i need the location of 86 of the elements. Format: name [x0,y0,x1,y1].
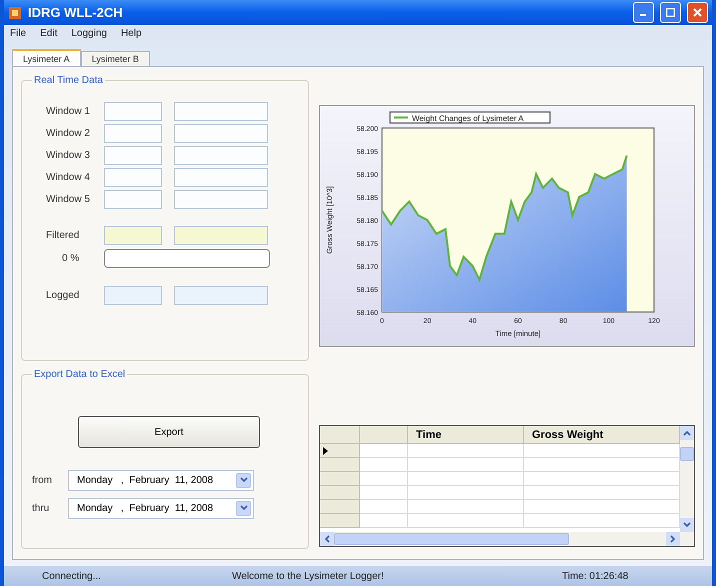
table-cell[interactable] [408,472,524,486]
field-label: Window 2 [45,128,91,138]
dropdown-button[interactable] [236,500,251,516]
input-field[interactable] [174,146,268,164]
horizontal-scrollbar[interactable] [320,532,694,546]
scroll-right-button[interactable] [666,532,680,546]
table-cell[interactable] [408,486,524,500]
chevron-right-icon [669,535,677,543]
input-field[interactable] [174,190,268,208]
table-cell[interactable] [408,444,524,458]
scroll-up-button[interactable] [680,426,694,440]
menu-item[interactable]: File [10,28,26,38]
chevron-down-icon [240,504,248,512]
field-label: Window 4 [45,172,91,182]
menu-item[interactable]: Help [120,28,142,38]
input-field[interactable] [174,286,268,304]
maximize-button[interactable] [660,2,681,23]
table-cell[interactable] [408,458,524,472]
app-icon [8,6,22,20]
chevron-left-icon [323,535,331,543]
legend: Weight Changes of Lysimeter A [390,112,550,124]
input-field[interactable] [104,226,162,244]
table-cell[interactable] [524,472,680,486]
field-label: Window 1 [45,106,91,116]
chevron-down-icon [683,521,691,529]
table-cell[interactable] [408,514,524,528]
current-row-icon [323,446,328,454]
column-header[interactable]: Time [408,426,524,444]
field-label: from [32,474,53,486]
input-field[interactable] [104,190,162,208]
table-cell[interactable] [524,444,680,458]
input-field[interactable] [104,168,162,186]
field-label: Window 5 [45,194,91,204]
progress-label: 0 % [61,252,80,264]
menu-item[interactable]: Edit [40,28,58,38]
window-title: IDRG WLL-2CH [28,5,124,20]
input-field[interactable] [104,146,162,164]
maximize-icon [666,8,675,17]
status-text: Time: 01:26:48 [562,570,630,582]
scroll-down-button[interactable] [680,518,694,532]
table-cell[interactable] [524,514,680,528]
close-button[interactable] [687,2,708,23]
chevron-up-icon [683,429,691,437]
input-field[interactable] [104,124,162,142]
column-header[interactable]: Gross Weight [524,426,680,444]
group-title: Export Data to Excel [33,369,126,380]
table-cell[interactable] [524,486,680,500]
input-field[interactable] [104,102,162,120]
group-title: Real Time Data [33,75,104,86]
export-button[interactable]: Export [78,416,260,448]
date-picker[interactable]: Monday , February 11, 2008 [68,498,254,518]
status-text: Welcome to the Lysimeter Logger! [232,570,385,582]
table-cell[interactable] [360,444,408,458]
table-cell[interactable] [360,458,408,472]
minimize-button[interactable] [633,2,654,23]
chevron-down-icon [240,476,248,484]
input-field[interactable] [174,168,268,186]
close-icon [693,8,702,17]
tab[interactable]: Lysimeter B [80,51,150,66]
date-picker[interactable]: Monday , February 11, 2008 [68,470,254,490]
table-cell[interactable] [360,472,408,486]
field-label: Logged [45,290,80,300]
table-cell[interactable] [524,500,680,514]
table-cell[interactable] [360,514,408,528]
input-field[interactable] [174,226,268,244]
table-cell[interactable] [408,500,524,514]
input-field[interactable] [174,102,268,120]
field-label: thru [32,502,50,514]
table-cell[interactable] [360,486,408,500]
legend-label: Weight Changes of Lysimeter A [412,114,524,123]
input-field[interactable] [174,124,268,142]
corner-header [320,426,360,444]
row-header[interactable] [320,444,360,458]
scroll-thumb[interactable] [334,533,569,545]
tab[interactable]: Lysimeter A [12,49,81,66]
field-label: Filtered [45,230,80,240]
menu-item[interactable]: Logging [71,28,107,38]
status-text: Connecting... [42,570,102,582]
input-field[interactable] [104,286,162,304]
field-label: Window 3 [45,150,91,160]
scroll-left-button[interactable] [320,532,334,546]
dropdown-button[interactable] [236,472,251,488]
scroll-thumb[interactable] [680,447,694,461]
vertical-scrollbar[interactable] [680,426,694,532]
table-cell[interactable] [360,500,408,514]
table-cell[interactable] [524,458,680,472]
